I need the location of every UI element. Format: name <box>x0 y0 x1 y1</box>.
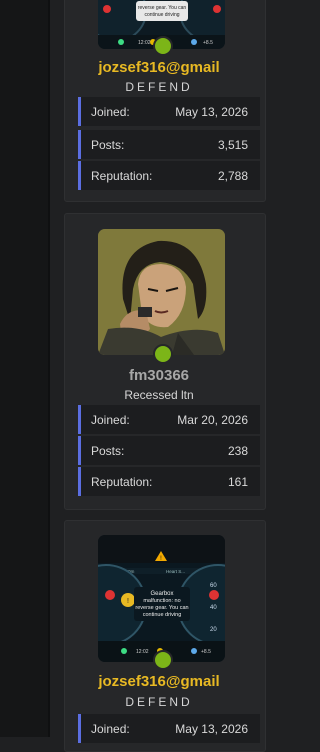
user-title: DEFEND <box>125 80 193 94</box>
stat-value: 3,515 <box>217 138 248 152</box>
svg-text:60: 60 <box>210 583 217 589</box>
stat-value: 238 <box>227 444 248 458</box>
svg-text:20: 20 <box>210 627 217 633</box>
avatar-caption: +8.5 <box>201 649 211 655</box>
avatar-caption: reverse gear. You can <box>135 605 188 611</box>
user-info-panel: reverse gear. You can continue driving 1… <box>64 0 266 202</box>
online-status-icon <box>153 650 173 670</box>
user-title: DEFEND <box>125 695 193 709</box>
stat-reputation: Reputation: 161 <box>78 467 260 496</box>
stat-label: Reputation: <box>91 169 153 183</box>
user-info-panel: fm30366 Recessed ltn Joined: Mar 20, 202… <box>64 213 266 510</box>
svg-text:reverse gear. You can: reverse gear. You can <box>138 5 187 11</box>
username[interactable]: jozsef316@gmail <box>65 673 253 690</box>
stat-value: May 13, 2026 <box>175 722 248 736</box>
online-status-icon <box>153 344 173 364</box>
stat-posts: Posts: 238 <box>78 436 260 465</box>
stat-joined: Joined: May 13, 2026 <box>78 714 260 743</box>
avatar-caption: 12:02 <box>136 649 149 655</box>
svg-text:!: ! <box>127 598 129 605</box>
stat-reputation: Reputation: 2,788 <box>78 161 260 190</box>
car-dashboard-icon: ! |400m Heart S... 60 40 20 ! Gearbox ma… <box>98 535 225 662</box>
stat-label: Posts: <box>91 444 125 458</box>
svg-text:12:02: 12:02 <box>138 40 151 46</box>
user-avatar[interactable]: ! |400m Heart S... 60 40 20 ! Gearbox ma… <box>98 535 225 662</box>
stat-value: 2,788 <box>217 169 248 183</box>
avatar-caption: continue driving <box>143 612 182 618</box>
left-gutter <box>0 0 50 737</box>
user-title: Recessed ltn <box>124 388 194 402</box>
stat-label: Joined: <box>91 722 130 736</box>
stat-label: Joined: <box>91 413 130 427</box>
stat-posts: Posts: 3,515 <box>78 130 260 159</box>
stat-label: Reputation: <box>91 475 153 489</box>
stat-label: Posts: <box>91 138 125 152</box>
stat-joined: Joined: May 13, 2026 <box>78 97 260 126</box>
svg-text:continue driving: continue driving <box>144 12 179 18</box>
user-info-panel: ! |400m Heart S... 60 40 20 ! Gearbox ma… <box>64 520 266 752</box>
svg-text:+8.5: +8.5 <box>203 40 213 46</box>
svg-text:40: 40 <box>210 605 217 611</box>
stat-value: Mar 20, 2026 <box>177 413 248 427</box>
stat-label: Joined: <box>91 105 130 119</box>
username[interactable]: fm30366 <box>65 367 253 384</box>
anime-character-icon <box>98 229 225 355</box>
stat-joined: Joined: Mar 20, 2026 <box>78 405 260 434</box>
avatar-caption: malfunction: no <box>143 598 180 604</box>
svg-text:Heart S...: Heart S... <box>166 569 185 574</box>
stat-value: May 13, 2026 <box>175 105 248 119</box>
avatar-caption: Gearbox <box>150 591 173 597</box>
stat-value: 161 <box>227 475 248 489</box>
user-avatar[interactable] <box>98 229 225 355</box>
username[interactable]: jozsef316@gmail <box>65 59 253 76</box>
online-status-icon <box>153 36 173 56</box>
